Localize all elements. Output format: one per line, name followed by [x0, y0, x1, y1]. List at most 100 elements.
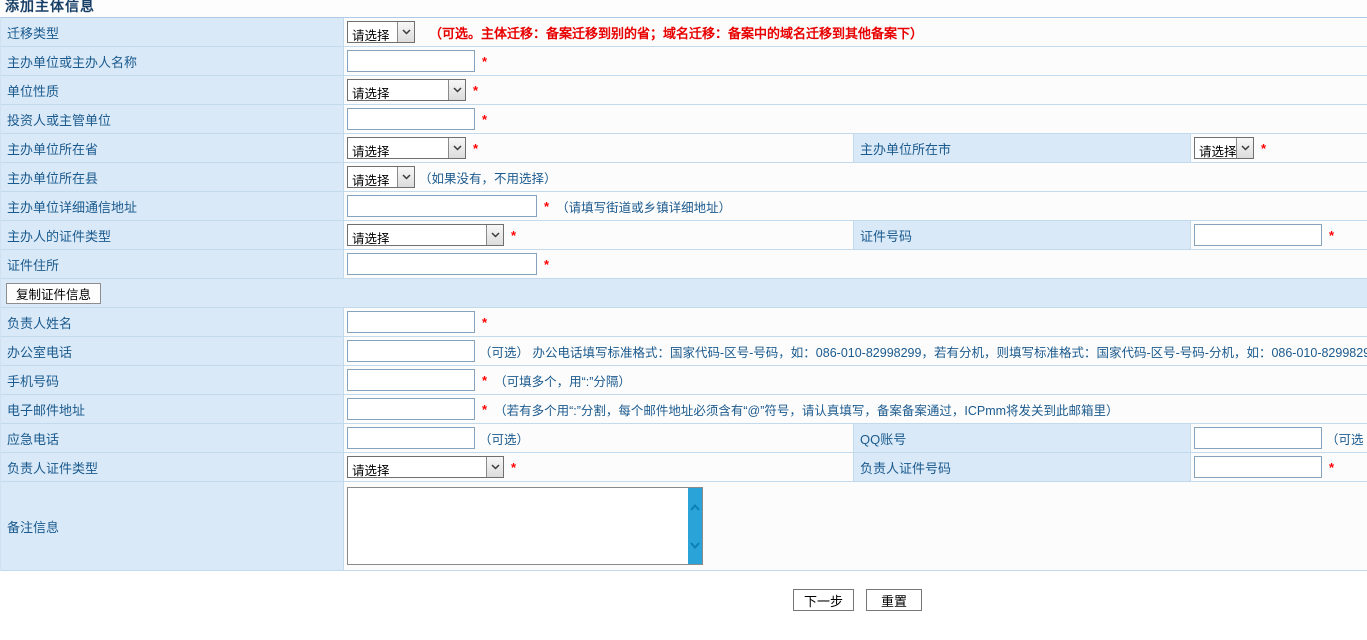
select-value: 请选择	[348, 457, 486, 477]
organizer-id-type-select[interactable]: 请选择	[347, 224, 504, 246]
textarea-scrollbar[interactable]	[688, 488, 702, 564]
copy-id-info-button[interactable]: 复制证件信息	[6, 283, 101, 304]
investor-or-supervisor-input[interactable]	[347, 108, 475, 130]
required-asterisk: *	[511, 228, 516, 243]
label-mobile-number: 手机号码	[1, 366, 344, 394]
organizer-city-select[interactable]: 请选择	[1194, 137, 1254, 159]
field-migration-type: 请选择 （可选。主体迁移：备案迁移到别的省；域名迁移：备案中的域名迁移到其他备案下…	[344, 18, 1367, 46]
label-organizer-province: 主办单位所在省	[1, 134, 344, 162]
required-asterisk: *	[1261, 141, 1266, 156]
field-hint: （可选	[1326, 429, 1364, 448]
field-office-phone: （可选） 办公电话填写标准格式：国家代码-区号-号码，如：086-010-829…	[344, 337, 1367, 365]
chevron-down-icon	[448, 138, 465, 158]
id-address-input[interactable]	[347, 253, 537, 275]
field-hint: （如果没有，不用选择）	[419, 168, 557, 187]
field-emergency-phone: （可选）	[344, 424, 853, 452]
qq-account-input[interactable]	[1194, 427, 1322, 449]
chevron-down-icon	[1236, 138, 1253, 158]
mobile-number-input[interactable]	[347, 369, 475, 391]
form-row-organizer-name: 主办单位或主办人名称 *	[1, 47, 1367, 76]
field-remarks	[344, 482, 1367, 570]
id-number-input[interactable]	[1194, 224, 1322, 246]
emergency-phone-input[interactable]	[347, 427, 475, 449]
label-remarks: 备注信息	[1, 482, 344, 570]
field-hint: （可选） 办公电话填写标准格式：国家代码-区号-号码，如：086-010-829…	[479, 342, 1367, 361]
label-principal-id-type: 负责人证件类型	[1, 453, 344, 481]
select-value: 请选择	[348, 80, 448, 100]
label-organizer-name: 主办单位或主办人名称	[1, 47, 344, 75]
form-row-mobile-number: 手机号码 * （可填多个，用“:”分隔）	[1, 366, 1367, 395]
principal-name-input[interactable]	[347, 311, 475, 333]
field-email-address: * （若有多个用“:”分割，每个邮件地址必须含有“@”符号，请认真填写，备案备案通…	[344, 395, 1367, 423]
field-mobile-number: * （可填多个，用“:”分隔）	[344, 366, 1367, 394]
required-asterisk: *	[482, 373, 487, 388]
field-hint: （可填多个，用“:”分隔）	[494, 371, 631, 390]
label-organizer-id-type: 主办人的证件类型	[1, 221, 344, 249]
organizer-address-input[interactable]	[347, 195, 537, 217]
form-row-remarks: 备注信息	[1, 482, 1367, 571]
field-principal-name: *	[344, 308, 1367, 336]
form-row-office-phone: 办公室电话 （可选） 办公电话填写标准格式：国家代码-区号-号码，如：086-01…	[1, 337, 1367, 366]
label-email-address: 电子邮件地址	[1, 395, 344, 423]
field-id-address: *	[344, 250, 1367, 278]
required-asterisk: *	[544, 199, 549, 214]
chevron-down-icon	[486, 225, 503, 245]
select-value: 请选择	[348, 22, 397, 42]
scroll-up-icon	[690, 504, 700, 511]
scroll-down-icon	[690, 542, 700, 549]
label-emergency-phone: 应急电话	[1, 424, 344, 452]
field-principal-id-number: *	[1191, 453, 1367, 481]
field-organizer-county: 请选择 （如果没有，不用选择）	[344, 163, 1367, 191]
field-hint: （可选。主体迁移：备案迁移到别的省；域名迁移：备案中的域名迁移到其他备案下）	[429, 23, 923, 42]
field-organizer-name: *	[344, 47, 1367, 75]
field-organizer-id-type: 请选择 *	[344, 221, 853, 249]
field-unit-nature: 请选择 *	[344, 76, 1367, 104]
form-row-principal-id-type: 负责人证件类型请选择*负责人证件号码*	[1, 453, 1367, 482]
subject-info-form: 迁移类型请选择（可选。主体迁移：备案迁移到别的省；域名迁移：备案中的域名迁移到其…	[0, 17, 1367, 571]
remarks-textarea-wrap	[347, 487, 703, 565]
select-value: 请选择	[348, 138, 448, 158]
field-copy-id-info: 复制证件信息	[1, 279, 1367, 307]
required-asterisk: *	[511, 460, 516, 475]
form-row-organizer-province: 主办单位所在省请选择*主办单位所在市请选择*	[1, 134, 1367, 163]
chevron-down-icon	[486, 457, 503, 477]
label-migration-type: 迁移类型	[1, 18, 344, 46]
select-value: 请选择	[1195, 138, 1236, 158]
office-phone-input[interactable]	[347, 340, 475, 362]
organizer-name-input[interactable]	[347, 50, 475, 72]
organizer-county-select[interactable]: 请选择	[347, 166, 415, 188]
required-asterisk: *	[482, 54, 487, 69]
unit-nature-select[interactable]: 请选择	[347, 79, 466, 101]
required-asterisk: *	[544, 257, 549, 272]
label-investor-or-supervisor: 投资人或主管单位	[1, 105, 344, 133]
reset-button[interactable]: 重置	[866, 589, 922, 611]
email-address-input[interactable]	[347, 398, 475, 420]
required-asterisk: *	[473, 83, 478, 98]
field-hint: （若有多个用“:”分割，每个邮件地址必须含有“@”符号，请认真填写，备案备案通过…	[494, 400, 1118, 419]
chevron-down-icon	[397, 167, 414, 187]
select-value: 请选择	[348, 167, 397, 187]
form-row-organizer-county: 主办单位所在县请选择 （如果没有，不用选择）	[1, 163, 1367, 192]
label-qq-account: QQ账号	[853, 424, 1191, 452]
field-organizer-province: 请选择*	[344, 134, 853, 162]
principal-id-number-input[interactable]	[1194, 456, 1322, 478]
label-organizer-county: 主办单位所在县	[1, 163, 344, 191]
field-organizer-address: * （请填写街道或乡镇详细地址）	[344, 192, 1367, 220]
label-office-phone: 办公室电话	[1, 337, 344, 365]
label-organizer-city: 主办单位所在市	[853, 134, 1191, 162]
required-asterisk: *	[482, 402, 487, 417]
organizer-province-select[interactable]: 请选择	[347, 137, 466, 159]
page: 添加主体信息 迁移类型请选择（可选。主体迁移：备案迁移到别的省；域名迁移：备案中…	[0, 0, 1367, 640]
principal-id-type-select[interactable]: 请选择	[347, 456, 504, 478]
form-row-emergency-phone: 应急电话（可选）QQ账号 （可选	[1, 424, 1367, 453]
field-hint: （请填写街道或乡镇详细地址）	[556, 197, 731, 216]
remarks-textarea[interactable]	[348, 488, 688, 564]
form-actions: 下一步 重置	[0, 589, 1367, 611]
migration-type-select[interactable]: 请选择	[347, 21, 415, 43]
label-principal-name: 负责人姓名	[1, 308, 344, 336]
chevron-down-icon	[448, 80, 465, 100]
field-id-number: *	[1191, 221, 1367, 249]
next-step-button[interactable]: 下一步	[793, 589, 854, 611]
form-row-migration-type: 迁移类型请选择 （可选。主体迁移：备案迁移到别的省；域名迁移：备案中的域名迁移到其…	[1, 18, 1367, 47]
label-organizer-address: 主办单位详细通信地址	[1, 192, 344, 220]
